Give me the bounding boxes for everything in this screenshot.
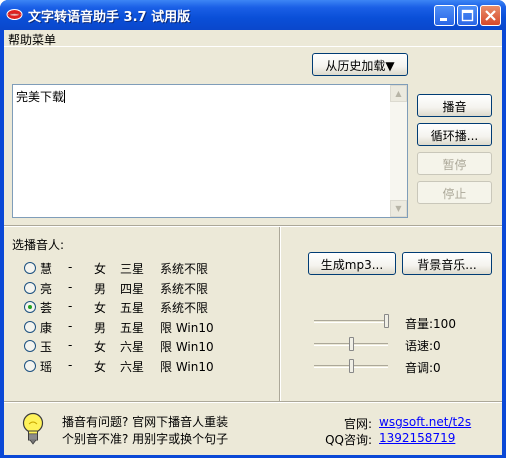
- voice-name: 玉: [40, 340, 53, 354]
- voice-name: 亮: [40, 281, 53, 296]
- voice-name: 瑶: [40, 359, 53, 374]
- lips-icon: [6, 7, 23, 22]
- voice-section-label: 选播音人:: [12, 238, 65, 252]
- voice-platform: 系统不限: [160, 301, 209, 315]
- scroll-down-icon[interactable]: ▼: [390, 200, 407, 217]
- voice-stars: 五星: [120, 320, 145, 335]
- voice-radio[interactable]: [24, 320, 36, 333]
- voice-stars: 六星: [120, 359, 145, 374]
- voice-gender: 女: [94, 301, 107, 315]
- client-area: 帮助菜单 从历史加载▼ 完美下载 ▲ ▼ 播音 循环播... 暂停 停止 选播音…: [4, 30, 502, 455]
- voice-stars: 三星: [120, 262, 145, 276]
- generate-mp3-button[interactable]: 生成mp3...: [308, 252, 396, 275]
- play-button[interactable]: 播音: [417, 94, 492, 117]
- voice-stars: 四星: [120, 281, 145, 296]
- voice-dash: -: [68, 338, 73, 352]
- voice-radio[interactable]: [24, 281, 36, 294]
- stop-button[interactable]: 停止: [417, 181, 492, 204]
- voice-gender: 女: [94, 262, 107, 276]
- website-label: 官网:: [343, 417, 372, 431]
- voice-gender: 男: [94, 281, 107, 296]
- voice-dash: -: [68, 299, 73, 313]
- voice-radio[interactable]: [24, 340, 36, 352]
- voice-dash: -: [68, 260, 73, 274]
- loop-play-button[interactable]: 循环播...: [417, 123, 492, 146]
- speed-label: 语速:0: [405, 339, 441, 353]
- minimize-button[interactable]: [434, 5, 455, 26]
- voice-radio[interactable]: [24, 301, 36, 313]
- close-button[interactable]: [480, 5, 501, 26]
- window-title: 文字转语音助手 3.7 试用版: [28, 10, 191, 25]
- menu-help[interactable]: 帮助菜单: [8, 31, 56, 48]
- app-window: 文字转语音助手 3.7 试用版 帮助菜单 从历史加载▼ 完美下载 ▲ ▼ 播音 …: [0, 0, 506, 458]
- voice-platform: 限 Win10: [160, 320, 214, 335]
- tip-line-1: 播音有问题? 官网下播音人重装: [62, 415, 229, 429]
- voice-stars: 五星: [120, 301, 145, 315]
- voice-dash: -: [68, 357, 73, 372]
- voice-name: 康: [40, 320, 53, 335]
- voice-stars: 六星: [120, 340, 145, 354]
- divider-top-highlight: [4, 226, 502, 227]
- menu-bar: 帮助菜单: [4, 30, 502, 47]
- divider-vertical-highlight: [280, 227, 281, 401]
- voice-dash: -: [68, 279, 73, 294]
- voice-gender: 男: [94, 320, 107, 335]
- pause-button[interactable]: 暂停: [417, 152, 492, 175]
- load-history-button[interactable]: 从历史加载▼: [312, 53, 408, 76]
- pitch-slider[interactable]: [314, 357, 390, 377]
- website-link[interactable]: wsgsoft.net/t2s: [379, 415, 471, 429]
- lightbulb-icon: [22, 412, 44, 446]
- text-scrollbar[interactable]: ▲ ▼: [390, 85, 407, 217]
- tip-line-2: 个别音不准? 用别字或换个句子: [62, 432, 229, 446]
- voice-platform: 系统不限: [160, 262, 209, 276]
- background-music-button[interactable]: 背景音乐...: [402, 252, 492, 275]
- text-input-value: 完美下载: [16, 90, 65, 104]
- voice-platform: 限 Win10: [160, 359, 214, 374]
- pitch-label: 音调:0: [405, 361, 441, 375]
- divider-bottom-highlight: [4, 402, 502, 403]
- text-caret: [64, 90, 66, 103]
- voice-gender: 女: [94, 359, 107, 374]
- title-bar[interactable]: 文字转语音助手 3.7 试用版: [0, 0, 506, 30]
- qq-link[interactable]: 1392158719: [379, 431, 455, 445]
- voice-gender: 女: [94, 340, 107, 354]
- maximize-button[interactable]: [457, 5, 478, 26]
- volume-slider[interactable]: [314, 312, 390, 332]
- text-input[interactable]: 完美下载 ▲ ▼: [12, 84, 408, 218]
- qq-label: QQ咨询:: [325, 433, 372, 447]
- voice-radio[interactable]: [24, 359, 36, 372]
- volume-label: 音量:100: [405, 317, 456, 331]
- pitch-slider-thumb[interactable]: [349, 359, 354, 373]
- voice-dash: -: [68, 318, 73, 333]
- voice-radio[interactable]: [24, 262, 36, 274]
- voice-name: 荟: [40, 301, 53, 315]
- voice-platform: 系统不限: [160, 281, 209, 296]
- speed-slider[interactable]: [314, 335, 390, 355]
- volume-slider-thumb[interactable]: [384, 314, 389, 328]
- speed-slider-thumb[interactable]: [349, 337, 354, 351]
- scroll-up-icon[interactable]: ▲: [390, 85, 407, 102]
- voice-name: 慧: [40, 262, 53, 276]
- voice-platform: 限 Win10: [160, 340, 214, 354]
